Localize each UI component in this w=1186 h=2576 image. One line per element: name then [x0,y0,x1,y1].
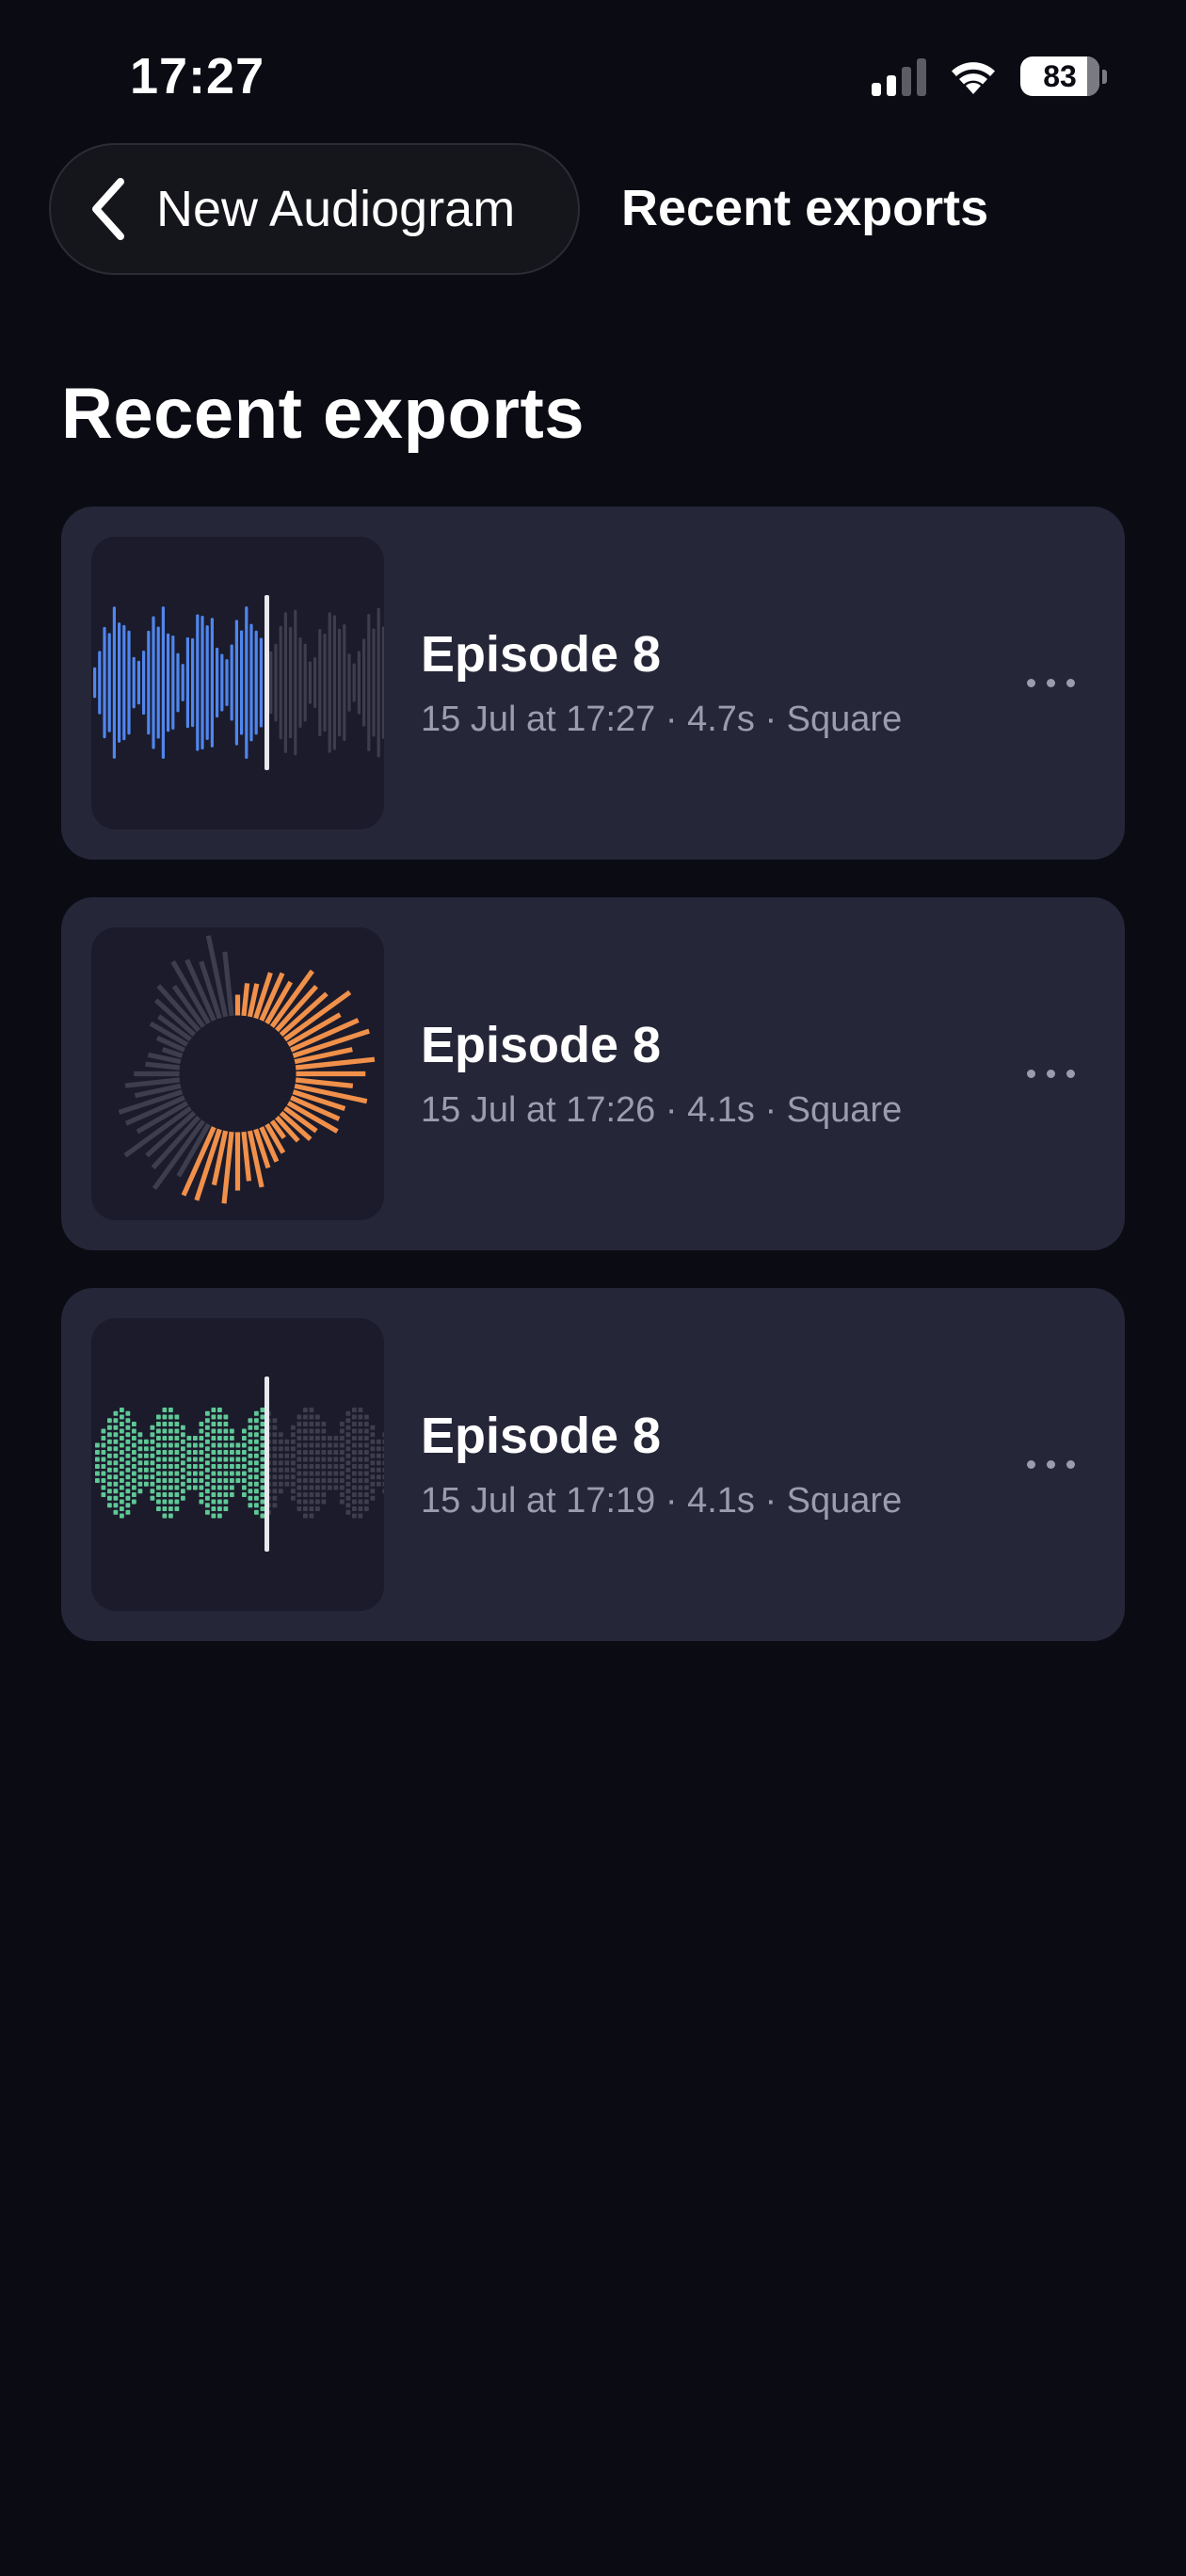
export-meta: 15 Jul at 17:19 · 4.1s · Square [421,1481,903,1521]
export-meta: 15 Jul at 17:27 · 4.7s · Square [421,700,903,739]
back-button-label: New Audiogram [156,181,516,237]
more-options-button[interactable] [1010,1040,1091,1106]
export-meta: 15 Jul at 17:26 · 4.1s · Square [421,1090,903,1130]
battery-icon: 83 [1020,56,1107,96]
status-bar: 17:27 83 [0,0,1186,160]
radial-thumbnail [91,927,384,1220]
waveform-thumbnail [91,537,384,829]
nav-title: Recent exports [621,180,989,236]
page-title: Recent exports [61,374,585,454]
export-card[interactable]: Episode 8 15 Jul at 17:27 · 4.7s · Squar… [61,507,1125,860]
battery-level: 83 [1043,58,1077,93]
wifi-icon [952,62,995,94]
segmented-thumbnail [91,1318,384,1611]
more-options-button[interactable] [1010,1431,1091,1497]
back-button[interactable]: New Audiogram [49,143,580,275]
status-time: 17:27 [130,48,265,105]
export-card[interactable]: Episode 8 15 Jul at 17:19 · 4.1s · Squar… [61,1288,1125,1641]
chevron-left-icon [92,178,124,240]
cellular-signal-icon [872,56,926,96]
more-options-button[interactable] [1010,650,1091,716]
export-card[interactable]: Episode 8 15 Jul at 17:26 · 4.1s · Squar… [61,897,1125,1250]
export-title: Episode 8 [421,1408,662,1464]
export-title: Episode 8 [421,626,662,683]
status-icons: 83 [872,56,1107,96]
export-title: Episode 8 [421,1017,662,1073]
